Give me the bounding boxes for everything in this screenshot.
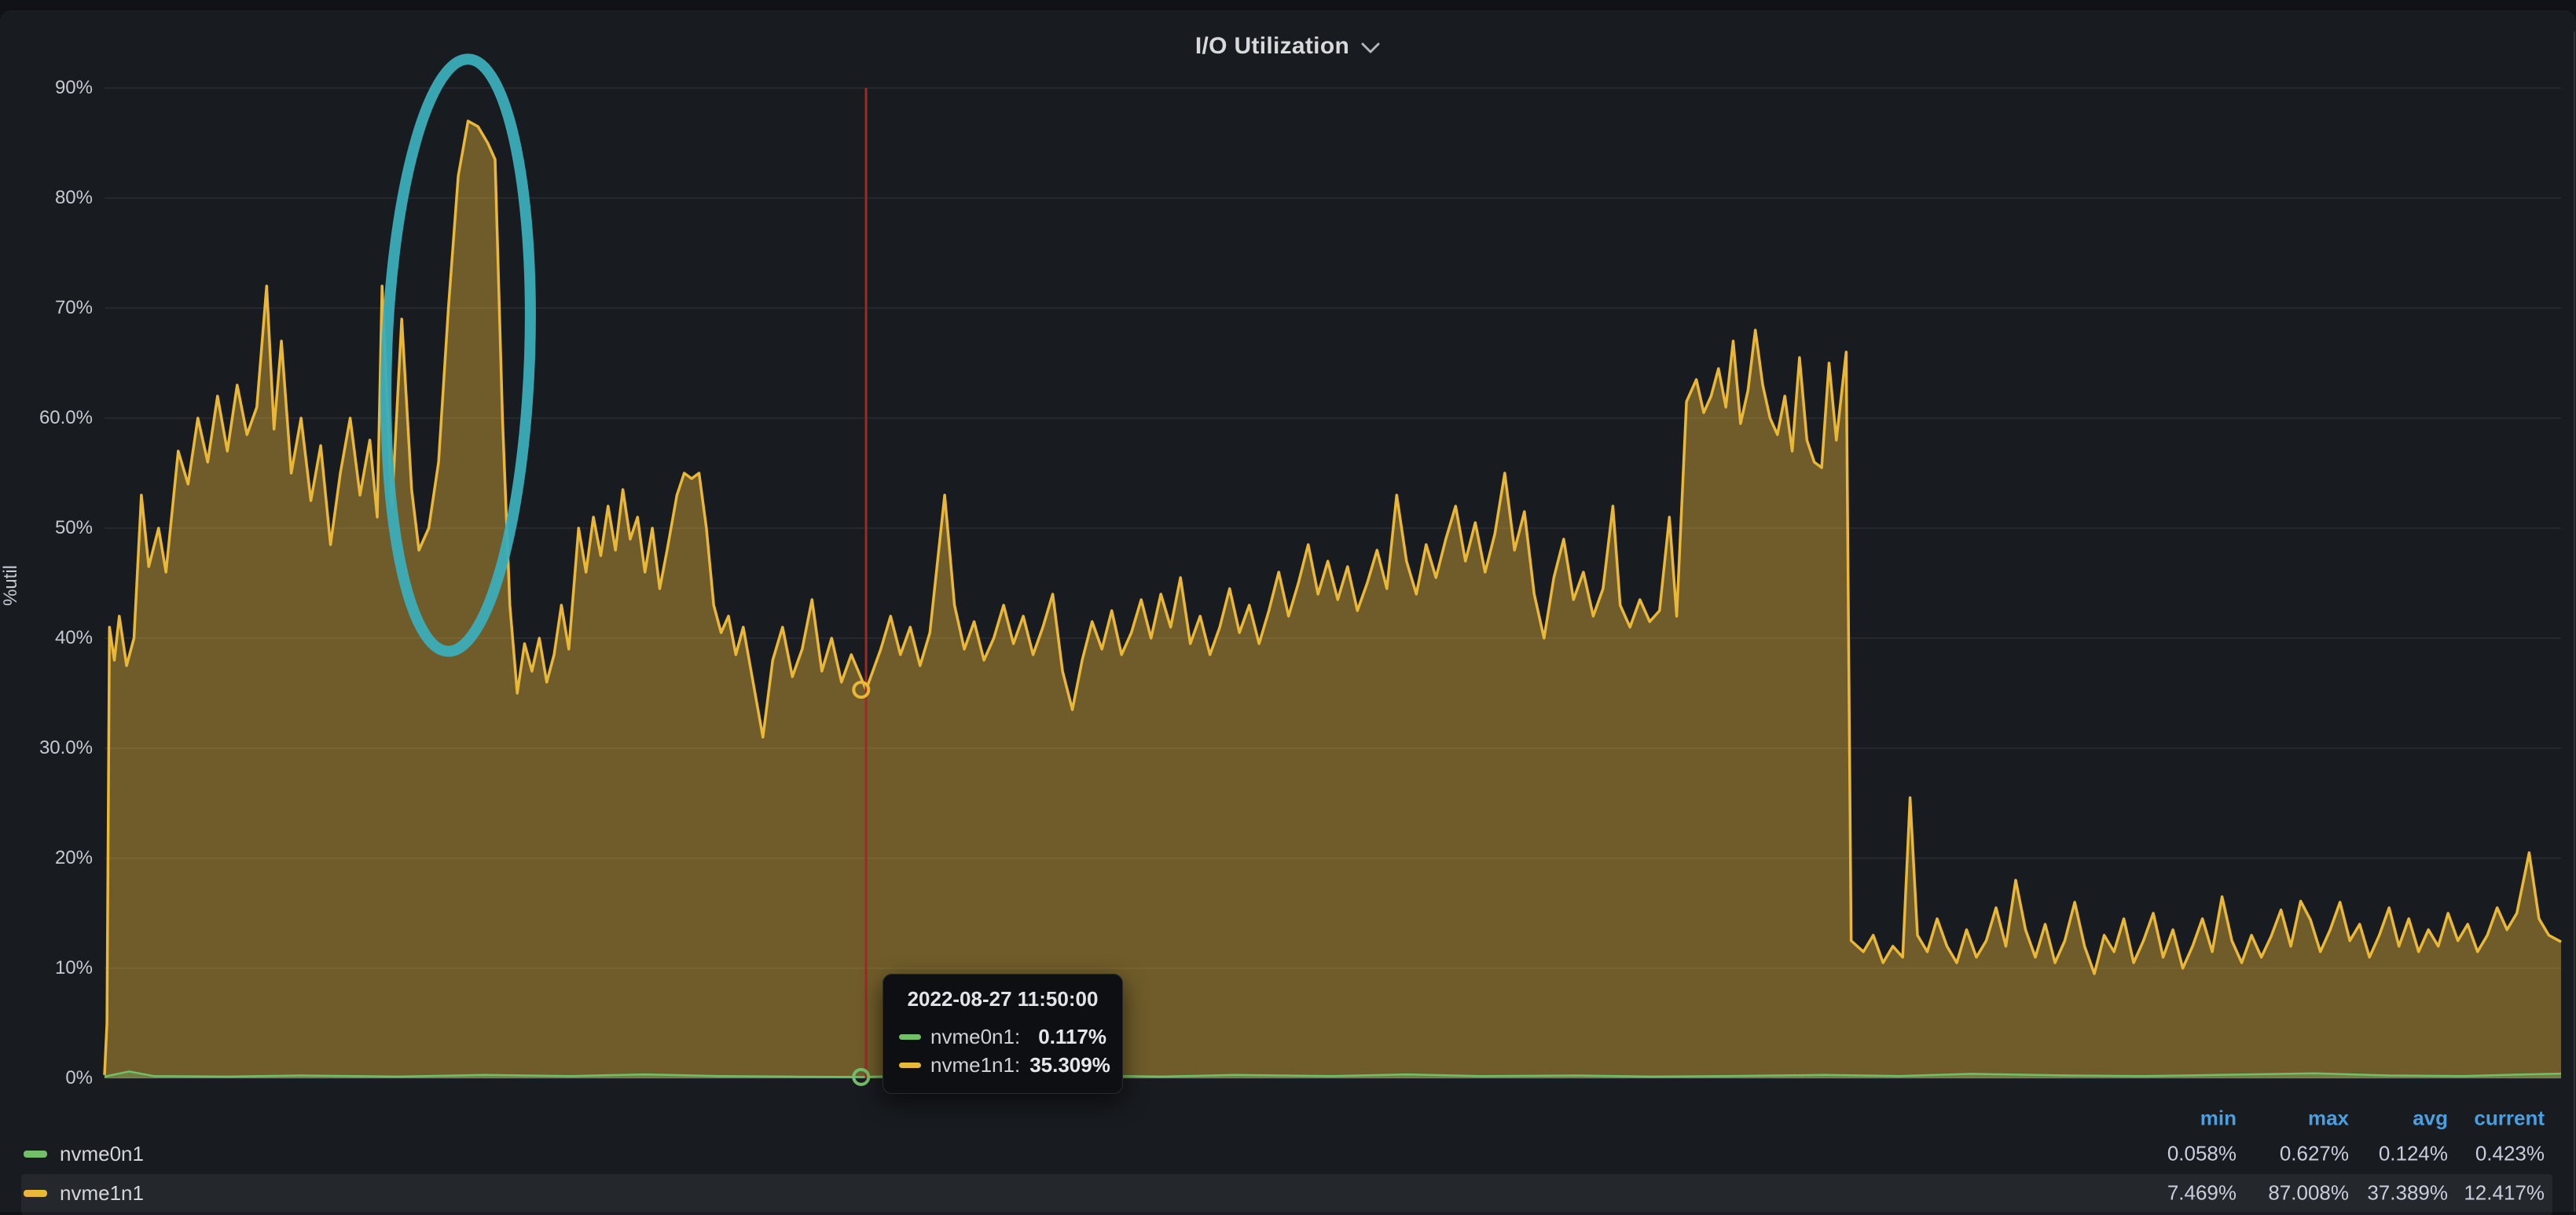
legend-series-toggle[interactable]: nvme0n1 — [24, 1136, 144, 1171]
legend-header-row: min max avg current — [0, 1101, 2576, 1136]
legend-column-max[interactable]: max — [2308, 1107, 2349, 1131]
legend-value-max: 0.627% — [2280, 1142, 2349, 1166]
legend-column-min[interactable]: min — [2200, 1107, 2237, 1131]
scrollbar[interactable] — [2574, 31, 2575, 1212]
y-tick-label: 90% — [55, 76, 93, 100]
tooltip-series-row: nvme0n1: 0.117% — [899, 1022, 1106, 1051]
legend-value-current: 0.423% — [2475, 1142, 2545, 1166]
legend-value-current: 12.417% — [2464, 1181, 2545, 1206]
y-tick-label: 50% — [55, 516, 93, 540]
legend-column-current[interactable]: current — [2474, 1107, 2545, 1131]
y-tick-label: 80% — [55, 186, 93, 210]
tooltip-series-label: nvme0n1: — [930, 1025, 1020, 1049]
y-tick-label: 70% — [55, 296, 93, 320]
y-tick-label: 20% — [55, 846, 93, 870]
series-area-nvme1n1 — [105, 121, 2561, 1078]
legend-value-avg: 37.389% — [2367, 1181, 2448, 1206]
legend-row-nvme1n1[interactable]: nvme1n1 7.469% 87.008% 37.389% 12.417% — [0, 1174, 2576, 1212]
legend: min max avg current nvme0n1 0.058% 0.627… — [0, 1095, 2576, 1212]
y-tick-label: 10% — [55, 956, 93, 980]
legend-value-max: 87.008% — [2268, 1181, 2349, 1206]
tooltip-series-row: nvme1n1: 35.309% — [899, 1051, 1106, 1079]
tooltip-series-value: 0.117% — [1038, 1025, 1106, 1049]
series-color-swatch — [899, 1034, 921, 1040]
tooltip-timestamp: 2022-08-27 11:50:00 — [899, 987, 1106, 1011]
y-axis-ticks: %util 90% 80% 70% 60.0% 50% 40% 30.0% 20% 10% 0% — [0, 0, 93, 1212]
legend-column-avg[interactable]: avg — [2413, 1107, 2448, 1131]
legend-series-toggle[interactable]: nvme1n1 — [24, 1174, 144, 1212]
panel-header[interactable]: I/O Utilization — [0, 10, 2576, 83]
panel-title[interactable]: I/O Utilization — [1195, 33, 1349, 60]
series-color-swatch — [899, 1063, 921, 1068]
series-color-swatch — [24, 1151, 47, 1158]
y-tick-label: 60.0% — [39, 406, 93, 430]
legend-series-name[interactable]: nvme1n1 — [60, 1181, 144, 1206]
y-tick-label: 0% — [65, 1066, 93, 1090]
legend-series-name[interactable]: nvme0n1 — [60, 1142, 144, 1166]
plot-svg[interactable] — [0, 0, 2576, 1212]
legend-value-avg: 0.124% — [2379, 1142, 2448, 1166]
legend-row-nvme0n1[interactable]: nvme0n1 0.058% 0.627% 0.124% 0.423% — [0, 1136, 2576, 1171]
y-tick-label: 40% — [55, 626, 93, 650]
legend-value-min: 0.058% — [2167, 1142, 2237, 1166]
hover-tooltip: 2022-08-27 11:50:00 nvme0n1: 0.117% nvme… — [883, 974, 1123, 1094]
chevron-down-icon[interactable] — [1360, 42, 1381, 54]
y-tick-label: 30.0% — [39, 736, 93, 760]
y-axis-title: %util — [0, 530, 22, 641]
series-color-swatch — [24, 1190, 47, 1197]
tooltip-series-value: 35.309% — [1029, 1053, 1110, 1077]
legend-value-min: 7.469% — [2167, 1181, 2237, 1206]
tooltip-series-label: nvme1n1: — [930, 1053, 1020, 1077]
